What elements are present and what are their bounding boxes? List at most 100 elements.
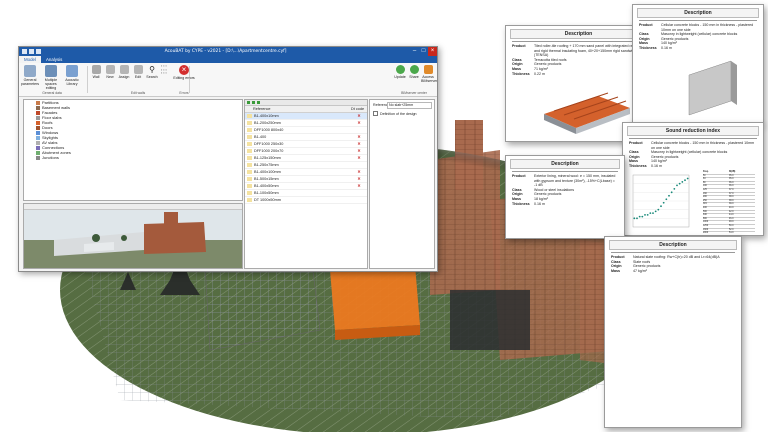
reference-row[interactable]: DFF1000 200x70 ✕ <box>245 148 367 155</box>
bimserver-icon <box>423 65 433 74</box>
update-button[interactable]: Update <box>393 65 407 79</box>
chart-point <box>660 205 662 208</box>
reference-row[interactable]: B1-400x100mm ✕ <box>245 169 367 176</box>
status-mark: ✕ <box>357 149 361 153</box>
status-mark: ✕ <box>357 135 361 139</box>
status-mark: ✕ <box>357 142 361 146</box>
column-header-dt-code[interactable]: Dt code <box>351 106 367 112</box>
freq-cell: 500 <box>703 210 707 213</box>
wall-button[interactable]: Wall <box>89 65 103 79</box>
table-row: 160 37.0 <box>703 191 755 196</box>
connection-icon <box>36 145 40 150</box>
reference-row[interactable]: B1-200x250mm ✕ <box>245 120 367 127</box>
delete-icon[interactable] <box>257 101 260 104</box>
tree-item[interactable]: Junctions <box>24 155 242 160</box>
reference-name: B1-125x150mm <box>254 156 281 160</box>
chart-point <box>649 212 652 215</box>
ribbon-button-label: Share <box>409 75 419 79</box>
r-cell: 35.0 <box>729 178 734 181</box>
sheet-value: 0.16 m <box>651 163 662 168</box>
roof-icon <box>36 120 40 125</box>
reference-row[interactable]: B1-400x10mm ✕ <box>245 113 367 120</box>
chart-point <box>638 215 641 218</box>
tab-model[interactable]: Model <box>19 56 41 63</box>
reference-name: DT 1000x50mm <box>254 198 281 202</box>
edit-icon[interactable] <box>252 101 255 104</box>
design-checkbox[interactable]: Definition of the design <box>373 111 417 116</box>
column-header-reference[interactable]: Reference <box>245 106 351 112</box>
slate-roof-description-sheet: Description Product Natural slate roofing… <box>604 236 742 428</box>
new-icon <box>105 65 115 74</box>
r-cell: 48.0 <box>729 221 734 224</box>
table-row: 315 39.0 <box>703 202 755 206</box>
color-swatch <box>247 198 252 202</box>
acoustic-library-button[interactable]: Acoustic Library <box>62 65 82 86</box>
access-bimserver-button[interactable]: Access BIMserver <box>421 65 437 83</box>
reference-row[interactable]: B1-400 ✕ <box>245 134 367 141</box>
reference-field[interactable]: No slab+25mm <box>387 102 432 109</box>
reference-row[interactable]: DT 1000x50mm <box>245 197 367 204</box>
r-cell: 42.0 <box>729 210 734 213</box>
tab-analysis[interactable]: Analysis <box>41 56 67 63</box>
reference-row[interactable]: DFF1000 800x40 <box>245 127 367 134</box>
close-button[interactable]: × <box>428 47 437 56</box>
freq-cell: 1250 <box>703 224 709 227</box>
status-mark <box>351 162 367 168</box>
edit-button[interactable]: Edit <box>131 65 145 79</box>
table-header: Freq. R(dB) <box>703 171 755 174</box>
chart-point <box>686 177 689 180</box>
add-icon[interactable] <box>247 101 250 104</box>
reference-row[interactable]: B1-250x75mm <box>245 162 367 169</box>
sound-reduction-chart <box>632 174 690 228</box>
table-header-cell: Freq. <box>703 171 709 173</box>
chart-point <box>646 213 649 216</box>
facade-icon <box>36 110 40 115</box>
color-swatch <box>247 114 252 118</box>
error-icon: × <box>179 65 189 75</box>
chart-point <box>644 213 646 216</box>
facade-description-sheet: Description Product Exterior lining, mine… <box>505 155 625 239</box>
reference-row[interactable]: B1-400x50mm ✕ <box>245 183 367 190</box>
r-cell: 46.0 <box>729 217 734 220</box>
checkbox-label: Definition of the design <box>380 111 417 116</box>
slab-icon <box>36 140 40 145</box>
maximize-button[interactable]: □ <box>419 47 428 56</box>
sheet-key: Product <box>639 23 653 27</box>
minimize-button[interactable]: – <box>410 47 419 56</box>
sheet-rows: Product Cellular concrete blocks - 150 mm… <box>633 23 763 51</box>
block-wall-illustration <box>688 60 737 116</box>
editing-errors-button[interactable]: × Editing errors <box>173 65 195 80</box>
quick-access-toolbar <box>19 49 41 54</box>
sheet-title: Description <box>510 29 647 39</box>
table-row: 2000 54.0 <box>703 231 755 235</box>
freq-cell: 400 <box>703 206 707 209</box>
sheet-key: Thickness <box>512 71 530 76</box>
general-parameters-button[interactable]: General parameters <box>20 65 40 86</box>
reference-row[interactable]: DFF1000 250x30 ✕ <box>245 141 367 148</box>
share-button[interactable]: Share <box>407 65 421 79</box>
r-cell: 36.0 <box>729 185 734 188</box>
reference-row[interactable]: B1-100x50mm <box>245 190 367 197</box>
search-button[interactable]: ⚲ Search <box>145 65 159 79</box>
reference-name: DFF1000 250x30 <box>254 142 284 146</box>
color-swatch <box>247 170 252 174</box>
save-icon[interactable] <box>22 49 27 54</box>
undo-icon[interactable] <box>29 49 34 54</box>
assign-button[interactable]: Assign <box>117 65 131 79</box>
new-button[interactable]: New <box>103 65 117 79</box>
multiple-spaces-editing-button[interactable]: Multiple spaces editing <box>41 65 61 90</box>
color-swatch <box>247 121 252 125</box>
model-3d-view[interactable] <box>23 203 243 269</box>
reference-row[interactable]: B1-500x15mm ✕ <box>245 176 367 183</box>
model-preview <box>24 212 242 268</box>
freq-cell: 800 <box>703 217 707 220</box>
r-cell: 38.0 <box>729 199 734 202</box>
r-cell: 35.0 <box>729 174 734 177</box>
checkbox-icon <box>373 111 378 116</box>
sheet-value: 47 kg/m² <box>633 268 647 273</box>
table-row: 250 38.0 <box>703 198 755 203</box>
color-swatch <box>247 184 252 188</box>
reference-row[interactable]: B1-125x150mm ✕ <box>245 155 367 162</box>
ribbon-separator <box>87 66 88 93</box>
r-cell: 54.0 <box>729 232 734 235</box>
